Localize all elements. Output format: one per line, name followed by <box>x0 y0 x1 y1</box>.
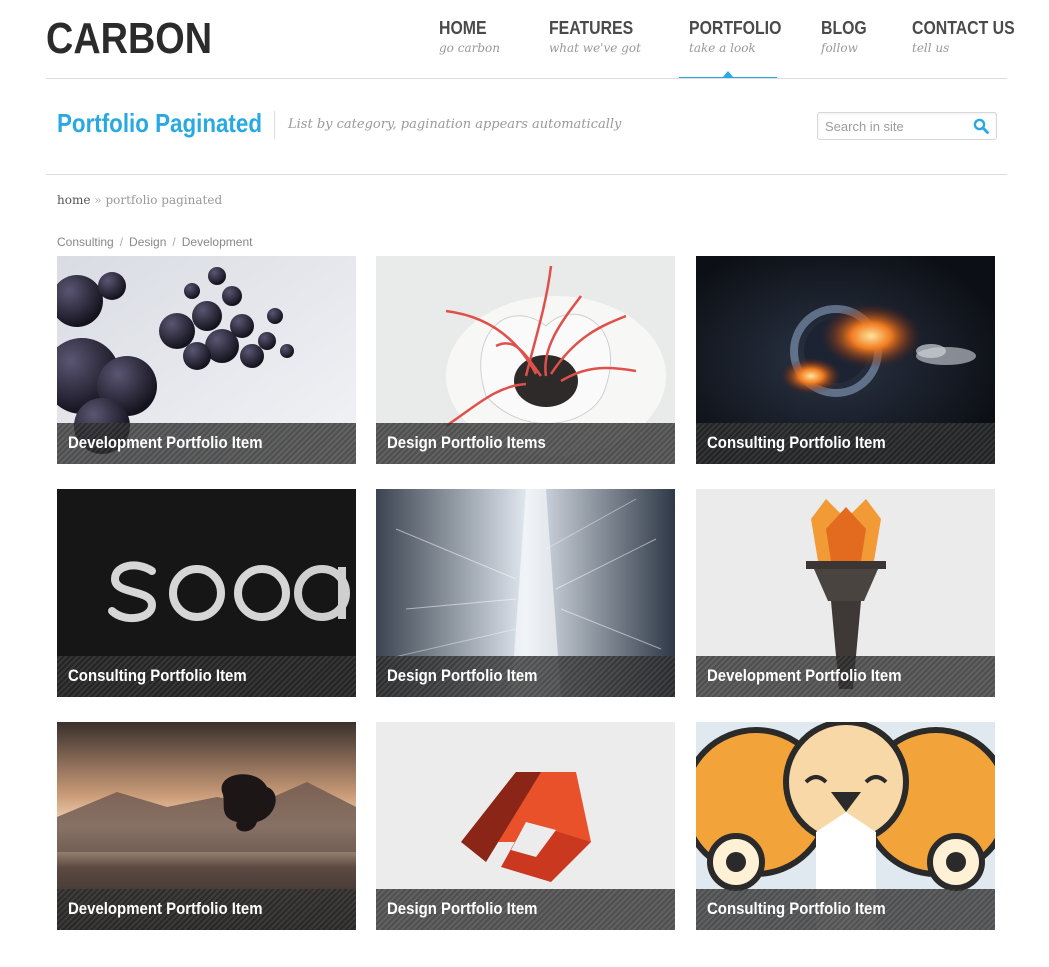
portfolio-item[interactable]: Consulting Portfolio Item <box>696 256 995 464</box>
portfolio-item[interactable]: Consulting Portfolio Item <box>696 722 995 930</box>
portfolio-item-title: Development Portfolio Item <box>68 899 263 918</box>
portfolio-item[interactable]: Consulting Portfolio Item <box>57 489 356 697</box>
portfolio-item-title: Design Portfolio Items <box>387 433 546 452</box>
nav-features-label: FEATURES <box>549 18 634 38</box>
category-filters: Consulting / Design / Development <box>57 235 252 249</box>
portfolio-item[interactable]: Development Portfolio Item <box>696 489 995 697</box>
portfolio-caption: Design Portfolio Item <box>376 889 675 930</box>
portfolio-item-title: Design Portfolio Item <box>387 666 538 685</box>
portfolio-item[interactable]: Design Portfolio Items <box>376 256 675 464</box>
portfolio-item-title: Consulting Portfolio Item <box>707 899 886 918</box>
search-input[interactable] <box>818 113 968 139</box>
breadcrumb-home-link[interactable]: home <box>57 193 90 207</box>
filter-separator: / <box>172 235 176 249</box>
portfolio-item-title: Development Portfolio Item <box>707 666 902 685</box>
search-icon[interactable] <box>973 118 989 134</box>
nav-contact[interactable]: CONTACT US tell us <box>912 18 1029 55</box>
search-box <box>817 112 997 140</box>
breadcrumb-separator: » <box>94 193 102 207</box>
filter-consulting[interactable]: Consulting <box>57 235 114 249</box>
nav-blog-label: BLOG <box>821 18 867 38</box>
portfolio-caption: Development Portfolio Item <box>57 423 356 464</box>
portfolio-item-title: Consulting Portfolio Item <box>68 666 247 685</box>
portfolio-item[interactable]: Design Portfolio Item <box>376 722 675 930</box>
portfolio-item[interactable]: Development Portfolio Item <box>57 722 356 930</box>
nav-blog-sub: follow <box>821 41 858 55</box>
breadcrumb-current: portfolio paginated <box>105 193 223 207</box>
filter-design[interactable]: Design <box>129 235 166 249</box>
portfolio-item-title: Consulting Portfolio Item <box>707 433 886 452</box>
nav-home-sub: go carbon <box>439 41 500 55</box>
portfolio-item[interactable]: Development Portfolio Item <box>57 256 356 464</box>
nav-features[interactable]: FEATURES what we've got <box>549 18 645 55</box>
page-title: Portfolio Paginated <box>57 108 262 138</box>
main-nav: HOME go carbon FEATURES what we've got P… <box>0 18 1049 78</box>
breadcrumb: home » portfolio paginated <box>57 193 222 207</box>
nav-contact-sub: tell us <box>912 41 950 55</box>
nav-blog[interactable]: BLOG follow <box>821 18 873 55</box>
portfolio-caption: Development Portfolio Item <box>57 889 356 930</box>
nav-home-label: HOME <box>439 18 487 38</box>
title-divider-line <box>46 174 1007 175</box>
page-description: List by category, pagination appears aut… <box>288 117 622 132</box>
portfolio-item[interactable]: Design Portfolio Item <box>376 489 675 697</box>
nav-portfolio[interactable]: PORTFOLIO take a look <box>689 18 794 55</box>
filter-development[interactable]: Development <box>182 235 253 249</box>
nav-contact-label: CONTACT US <box>912 18 1015 38</box>
nav-features-sub: what we've got <box>549 41 641 55</box>
header-divider <box>46 78 1007 79</box>
portfolio-caption: Consulting Portfolio Item <box>57 656 356 697</box>
portfolio-caption: Design Portfolio Item <box>376 656 675 697</box>
nav-portfolio-label: PORTFOLIO <box>689 18 782 38</box>
portfolio-caption: Development Portfolio Item <box>696 656 995 697</box>
portfolio-item-title: Design Portfolio Item <box>387 899 538 918</box>
nav-portfolio-sub: take a look <box>689 41 756 55</box>
portfolio-caption: Consulting Portfolio Item <box>696 423 995 464</box>
portfolio-item-title: Development Portfolio Item <box>68 433 263 452</box>
nav-home[interactable]: HOME go carbon <box>439 18 500 55</box>
portfolio-caption: Consulting Portfolio Item <box>696 889 995 930</box>
title-divider <box>274 111 275 139</box>
filter-separator: / <box>119 235 124 249</box>
portfolio-caption: Design Portfolio Items <box>376 423 675 464</box>
